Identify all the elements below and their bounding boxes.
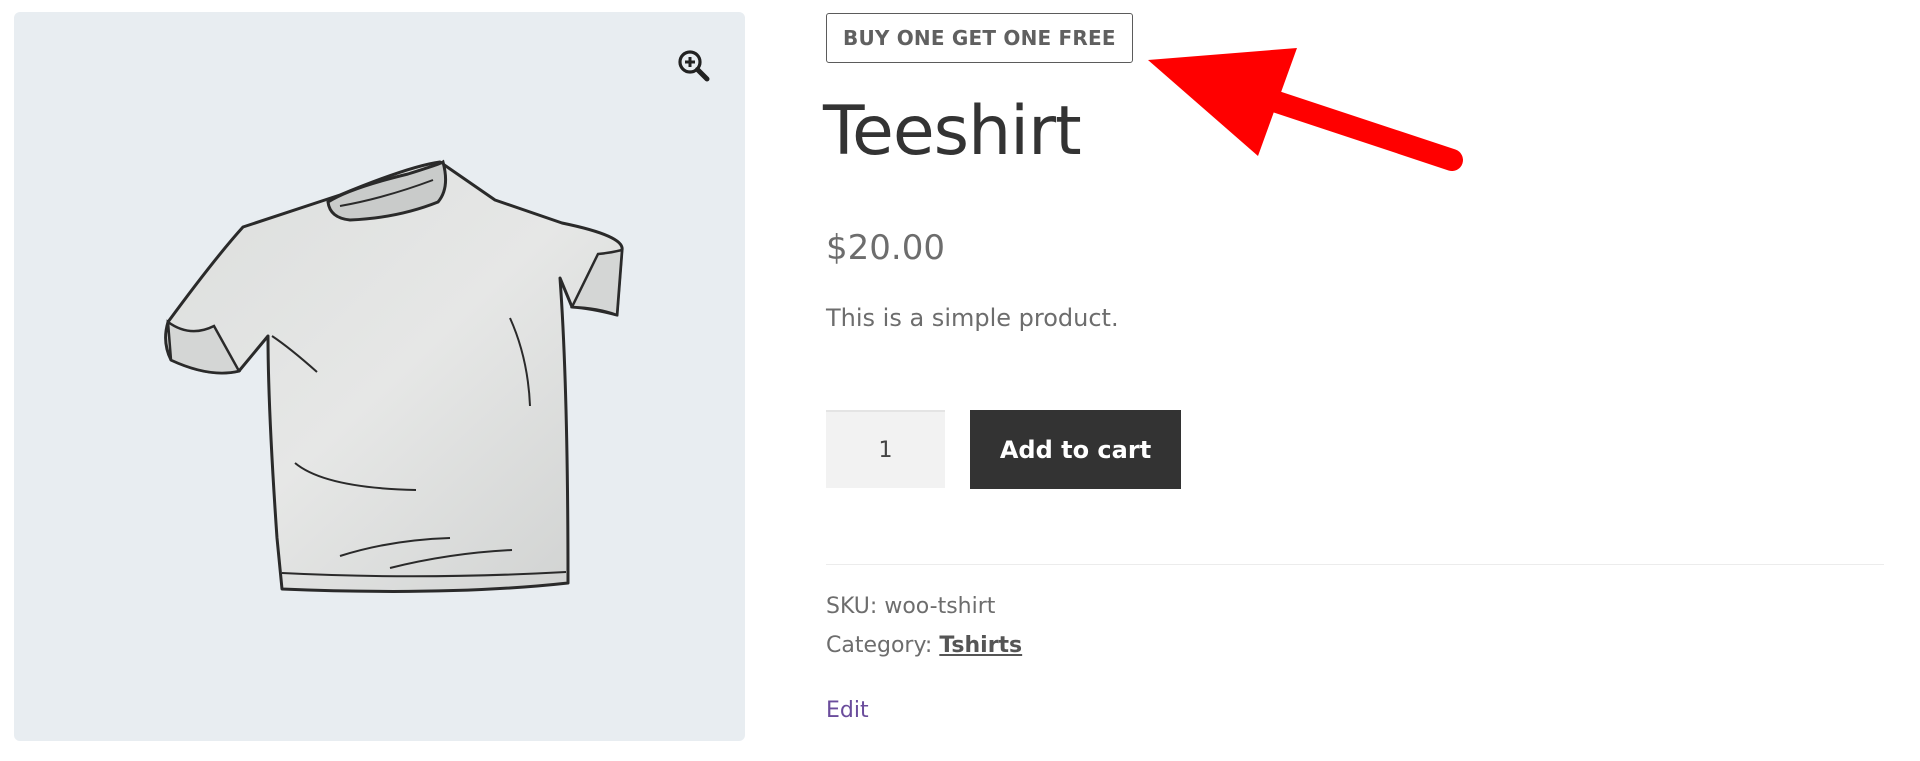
product-page: BUY ONE GET ONE FREE Teeshirt $20.00 Thi… bbox=[0, 0, 1920, 761]
annotation-arrow-icon bbox=[1148, 48, 1463, 171]
edit-link[interactable]: Edit bbox=[826, 698, 869, 723]
sku-value: woo-tshirt bbox=[884, 594, 996, 619]
product-description: This is a simple product. bbox=[826, 304, 1119, 332]
product-gallery bbox=[14, 12, 745, 741]
promo-badge: BUY ONE GET ONE FREE bbox=[826, 13, 1133, 63]
product-category: Category: Tshirts bbox=[826, 633, 1022, 658]
product-price: $20.00 bbox=[826, 228, 945, 268]
product-image[interactable] bbox=[150, 158, 636, 612]
divider bbox=[826, 564, 1884, 565]
quantity-input[interactable] bbox=[826, 410, 945, 488]
sku-label: SKU: bbox=[826, 594, 878, 619]
product-title: Teeshirt bbox=[823, 92, 1082, 171]
zoom-in-icon[interactable] bbox=[676, 48, 712, 84]
category-label: Category: bbox=[826, 633, 933, 658]
add-to-cart-button[interactable]: Add to cart bbox=[970, 410, 1181, 489]
product-sku: SKU: woo-tshirt bbox=[826, 594, 995, 619]
category-link[interactable]: Tshirts bbox=[939, 633, 1022, 658]
